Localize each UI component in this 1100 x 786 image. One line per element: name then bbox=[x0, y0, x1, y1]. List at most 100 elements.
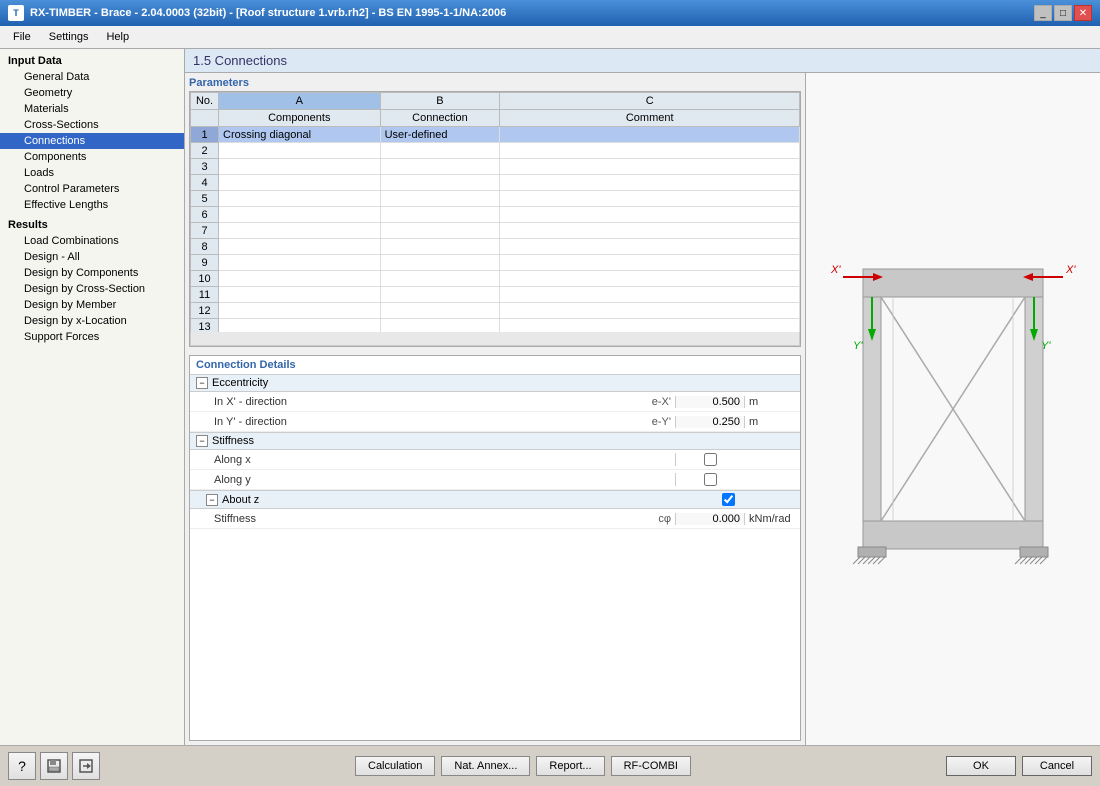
table-cell-b[interactable] bbox=[380, 239, 500, 255]
ok-button[interactable]: OK bbox=[946, 756, 1016, 776]
stiffness-collapse-btn[interactable]: − bbox=[196, 435, 208, 447]
table-cell-c[interactable] bbox=[500, 303, 800, 319]
table-cell-a[interactable] bbox=[219, 319, 381, 333]
sidebar-item-geometry[interactable]: Geometry bbox=[0, 85, 184, 101]
along-x-checkbox-cell[interactable] bbox=[675, 453, 745, 466]
eccentricity-x-input[interactable] bbox=[680, 396, 740, 408]
menu-help[interactable]: Help bbox=[97, 28, 138, 46]
table-cell-b[interactable] bbox=[380, 319, 500, 333]
table-cell-b[interactable] bbox=[380, 175, 500, 191]
sidebar-item-loads[interactable]: Loads bbox=[0, 165, 184, 181]
table-cell-b[interactable] bbox=[380, 271, 500, 287]
table-cell-a[interactable] bbox=[219, 191, 381, 207]
report-button[interactable]: Report... bbox=[536, 756, 604, 776]
save-button[interactable] bbox=[40, 752, 68, 780]
sidebar-item-design-by-components[interactable]: Design by Components bbox=[0, 265, 184, 281]
minimize-button[interactable]: _ bbox=[1034, 5, 1052, 21]
table-row[interactable]: 10 bbox=[191, 271, 800, 287]
table-cell-c[interactable] bbox=[500, 159, 800, 175]
cancel-button[interactable]: Cancel bbox=[1022, 756, 1092, 776]
table-cell-b[interactable] bbox=[380, 223, 500, 239]
sidebar-item-support-forces[interactable]: Support Forces bbox=[0, 329, 184, 345]
table-cell-a[interactable] bbox=[219, 271, 381, 287]
sidebar-item-design-all[interactable]: Design - All bbox=[0, 249, 184, 265]
table-cell-c[interactable] bbox=[500, 143, 800, 159]
table-row[interactable]: 2 bbox=[191, 143, 800, 159]
menu-settings[interactable]: Settings bbox=[40, 28, 98, 46]
table-row[interactable]: 4 bbox=[191, 175, 800, 191]
nat-annex-button[interactable]: Nat. Annex... bbox=[441, 756, 530, 776]
sidebar-item-cross-sections[interactable]: Cross-Sections bbox=[0, 117, 184, 133]
close-button[interactable]: ✕ bbox=[1074, 5, 1092, 21]
eccentricity-y-value[interactable] bbox=[675, 416, 745, 428]
table-cell-c[interactable] bbox=[500, 287, 800, 303]
about-z-checkbox[interactable] bbox=[722, 493, 735, 506]
table-cell-b[interactable] bbox=[380, 191, 500, 207]
table-row[interactable]: 8 bbox=[191, 239, 800, 255]
window-controls[interactable]: _ □ ✕ bbox=[1034, 5, 1092, 21]
table-cell-a[interactable] bbox=[219, 175, 381, 191]
table-scroll-area[interactable]: No. A B C Components Conn bbox=[190, 92, 800, 332]
menu-file[interactable]: File bbox=[4, 28, 40, 46]
stiffness-value[interactable] bbox=[675, 513, 745, 525]
sidebar-item-design-by-x-location[interactable]: Design by x-Location bbox=[0, 313, 184, 329]
table-cell-a[interactable] bbox=[219, 143, 381, 159]
table-cell-c[interactable] bbox=[500, 223, 800, 239]
sidebar-item-control-parameters[interactable]: Control Parameters bbox=[0, 181, 184, 197]
table-cell-a[interactable] bbox=[219, 207, 381, 223]
table-row[interactable]: 1Crossing diagonalUser-defined bbox=[191, 127, 800, 143]
eccentricity-y-input[interactable] bbox=[680, 416, 740, 428]
calculation-button[interactable]: Calculation bbox=[355, 756, 435, 776]
table-cell-b[interactable] bbox=[380, 207, 500, 223]
table-cell-b[interactable] bbox=[380, 255, 500, 271]
table-cell-a[interactable] bbox=[219, 223, 381, 239]
along-y-checkbox[interactable] bbox=[704, 473, 717, 486]
table-row[interactable]: 12 bbox=[191, 303, 800, 319]
table-cell-a[interactable] bbox=[219, 159, 381, 175]
rf-combi-button[interactable]: RF-COMBI bbox=[611, 756, 691, 776]
table-cell-c[interactable] bbox=[500, 319, 800, 333]
along-x-checkbox[interactable] bbox=[704, 453, 717, 466]
sidebar-item-design-by-member[interactable]: Design by Member bbox=[0, 297, 184, 313]
sidebar-item-effective-lengths[interactable]: Effective Lengths bbox=[0, 197, 184, 213]
table-row[interactable]: 6 bbox=[191, 207, 800, 223]
eccentricity-x-value[interactable] bbox=[675, 396, 745, 408]
horizontal-scrollbar[interactable] bbox=[190, 332, 800, 346]
sidebar-item-components[interactable]: Components bbox=[0, 149, 184, 165]
about-z-collapse-btn[interactable]: − bbox=[206, 494, 218, 506]
table-cell-c[interactable] bbox=[500, 207, 800, 223]
table-row[interactable]: 9 bbox=[191, 255, 800, 271]
table-cell-b[interactable] bbox=[380, 143, 500, 159]
table-row[interactable]: 3 bbox=[191, 159, 800, 175]
maximize-button[interactable]: □ bbox=[1054, 5, 1072, 21]
table-cell-a[interactable] bbox=[219, 303, 381, 319]
table-row[interactable]: 7 bbox=[191, 223, 800, 239]
about-z-checkbox-cell[interactable] bbox=[722, 493, 735, 506]
export-button[interactable] bbox=[72, 752, 100, 780]
stiffness-input[interactable] bbox=[680, 513, 740, 525]
table-row[interactable]: 5 bbox=[191, 191, 800, 207]
table-row[interactable]: 11 bbox=[191, 287, 800, 303]
help-button[interactable]: ? bbox=[8, 752, 36, 780]
table-cell-c[interactable] bbox=[500, 175, 800, 191]
sidebar-item-general-data[interactable]: General Data bbox=[0, 69, 184, 85]
table-cell-b[interactable]: User-defined bbox=[380, 127, 500, 143]
table-cell-c[interactable] bbox=[500, 271, 800, 287]
sidebar-item-load-combinations[interactable]: Load Combinations bbox=[0, 233, 184, 249]
sidebar-item-connections[interactable]: Connections bbox=[0, 133, 184, 149]
table-cell-c[interactable] bbox=[500, 191, 800, 207]
table-row[interactable]: 13 bbox=[191, 319, 800, 333]
table-cell-a[interactable] bbox=[219, 287, 381, 303]
table-cell-b[interactable] bbox=[380, 287, 500, 303]
table-cell-b[interactable] bbox=[380, 303, 500, 319]
table-cell-c[interactable] bbox=[500, 127, 800, 143]
sidebar-item-design-by-cross-section[interactable]: Design by Cross-Section bbox=[0, 281, 184, 297]
along-y-checkbox-cell[interactable] bbox=[675, 473, 745, 486]
table-cell-a[interactable]: Crossing diagonal bbox=[219, 127, 381, 143]
table-cell-c[interactable] bbox=[500, 255, 800, 271]
table-cell-a[interactable] bbox=[219, 255, 381, 271]
table-cell-b[interactable] bbox=[380, 159, 500, 175]
table-cell-c[interactable] bbox=[500, 239, 800, 255]
table-cell-a[interactable] bbox=[219, 239, 381, 255]
sidebar-item-materials[interactable]: Materials bbox=[0, 101, 184, 117]
